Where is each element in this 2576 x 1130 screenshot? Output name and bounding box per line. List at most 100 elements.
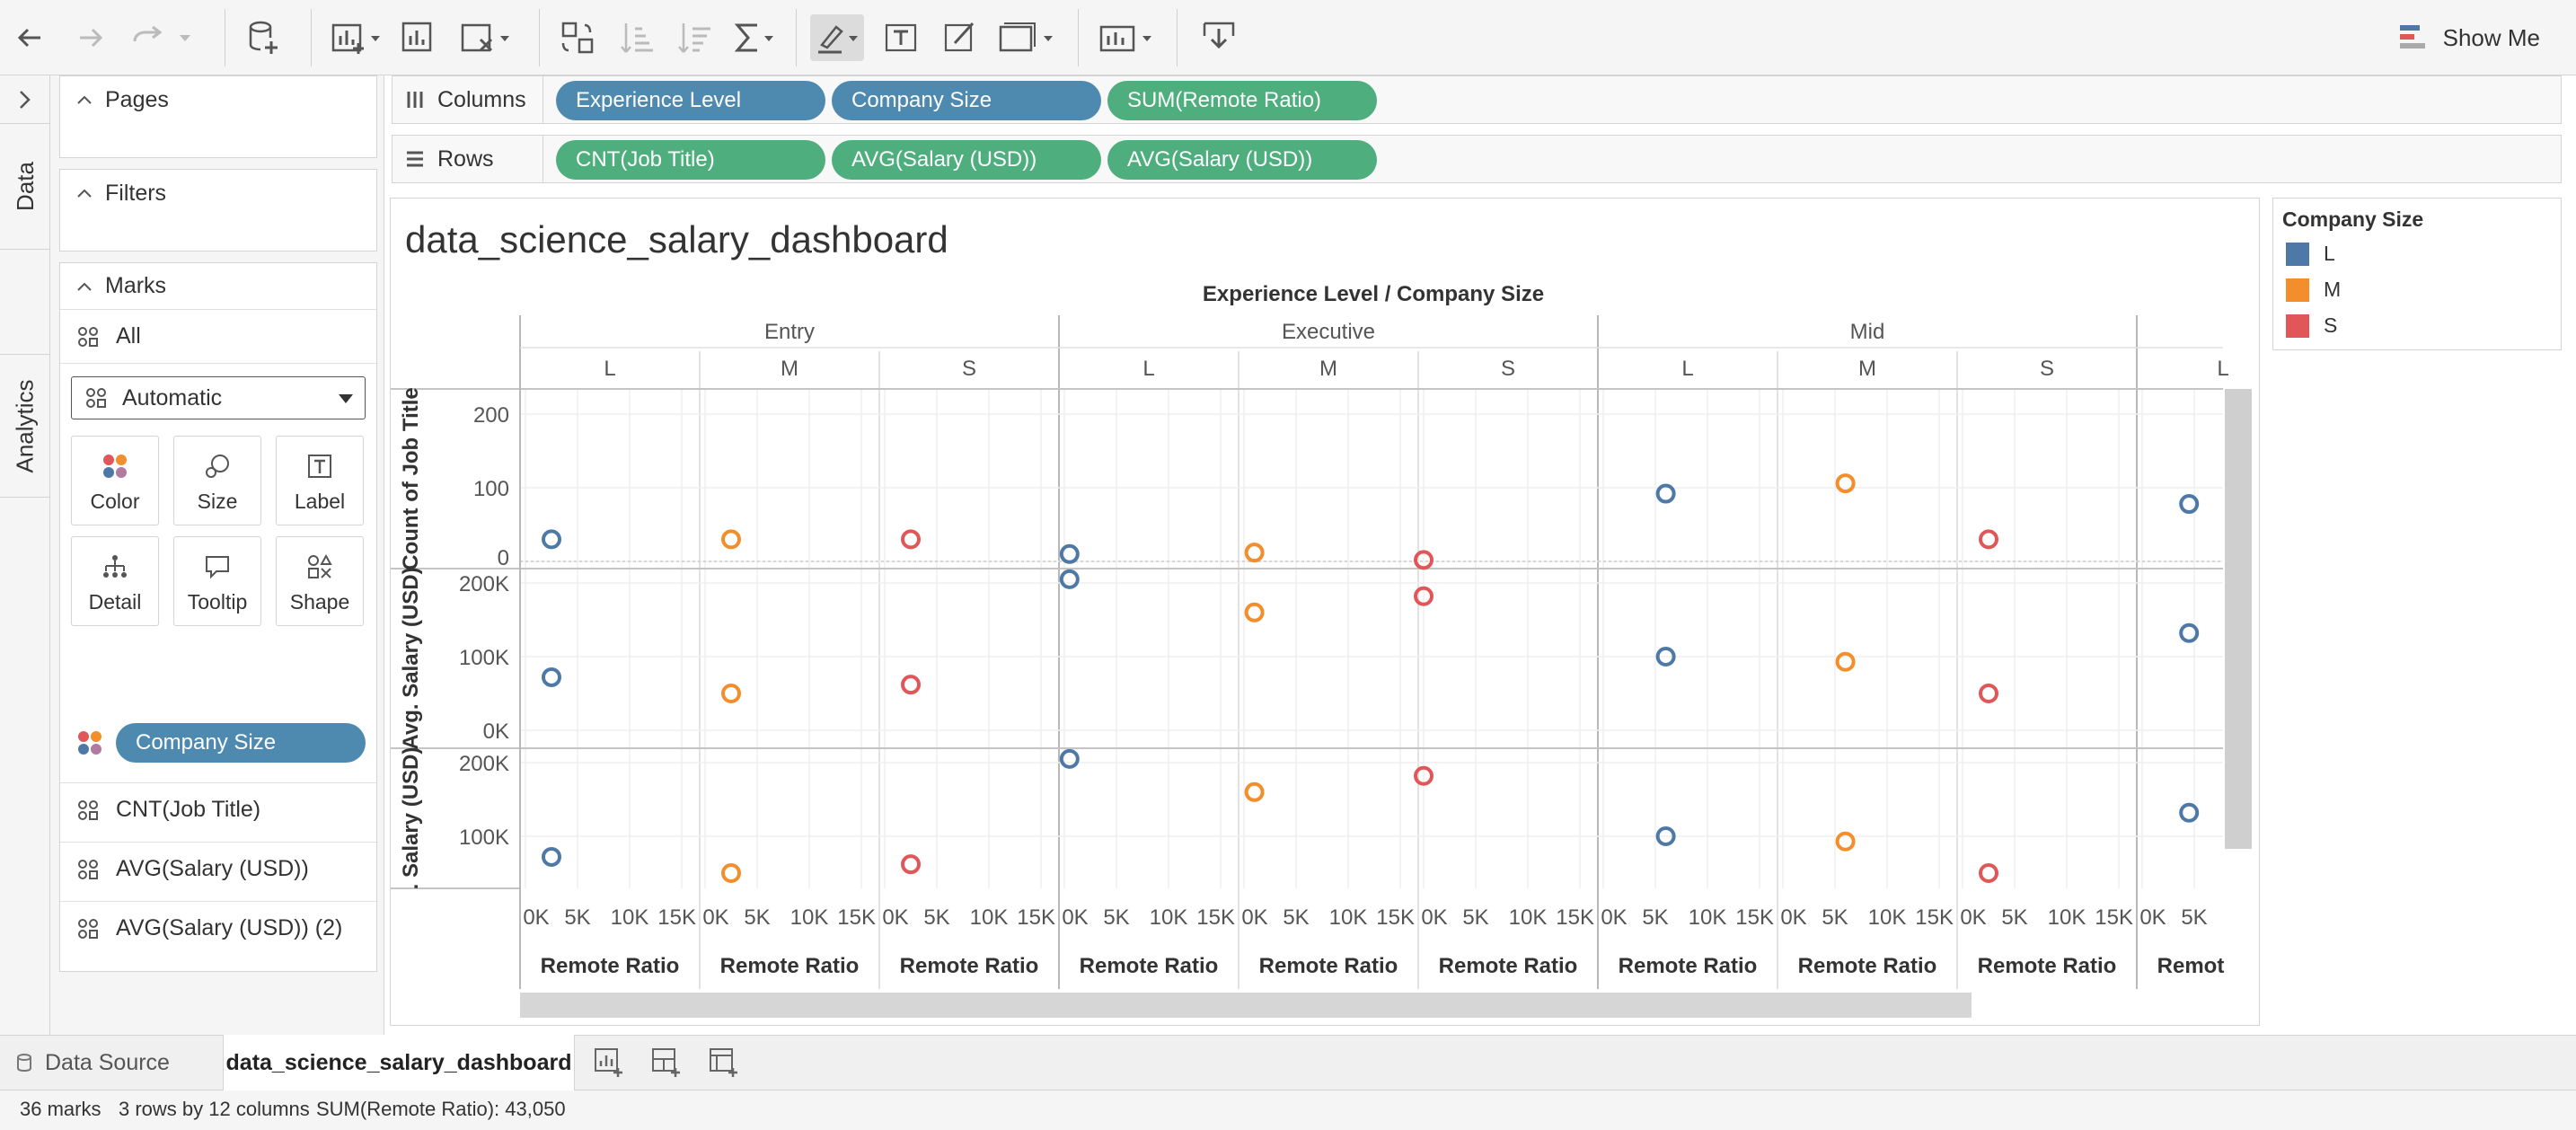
measure-row-avg-salary[interactable]: AVG(Salary (USD)) xyxy=(60,842,376,896)
scatter-point[interactable] xyxy=(901,854,921,875)
tableau-window: Show Me Data Analytics Pages Filters Mar… xyxy=(0,0,2576,1130)
vertical-scrollbar[interactable] xyxy=(2225,389,2252,849)
scatter-point[interactable] xyxy=(1979,529,1998,550)
show-me-button[interactable]: Show Me xyxy=(2398,14,2540,61)
show-hide-cards-icon[interactable] xyxy=(1098,14,1157,61)
rows-pill-avg-salary[interactable]: AVG(Salary (USD)) xyxy=(832,140,1101,180)
color-field-pill[interactable]: Company Size xyxy=(116,723,366,763)
sheet-tab-bar: Data Source data_science_salary_dashboar… xyxy=(0,1035,2576,1090)
pages-header[interactable]: Pages xyxy=(60,76,376,123)
redo-arrow-icon[interactable] xyxy=(70,14,111,61)
scatter-point[interactable] xyxy=(1244,602,1265,622)
toolbar: Show Me xyxy=(0,0,2576,75)
x-tick-label: 15K xyxy=(657,905,696,930)
new-story-tab-button[interactable] xyxy=(708,1046,740,1083)
scatter-point[interactable] xyxy=(1979,684,1998,703)
filters-header[interactable]: Filters xyxy=(60,170,376,216)
show-mark-labels-icon[interactable] xyxy=(880,14,922,61)
marks-all-label: All xyxy=(116,323,141,349)
left-panel: Pages Filters Marks All Automatic Color … xyxy=(50,75,384,1035)
redo-dropdown-icon[interactable] xyxy=(126,14,196,61)
scatter-point[interactable] xyxy=(1244,543,1265,563)
legend-item-s[interactable]: S xyxy=(2286,313,2337,338)
scatter-point[interactable] xyxy=(901,675,921,695)
new-worksheet-tab-button[interactable] xyxy=(593,1046,625,1083)
tab-data-source[interactable]: Data Source xyxy=(16,1036,170,1090)
x-tick-label: 0K xyxy=(523,905,549,930)
duplicate-sheet-icon[interactable] xyxy=(397,14,438,61)
x-axis-title: Remote Ratio xyxy=(1439,954,1578,978)
scatter-point[interactable] xyxy=(542,667,561,687)
marks-header[interactable]: Marks xyxy=(60,263,376,310)
columns-pill-sum-remote-ratio[interactable]: SUM(Remote Ratio) xyxy=(1107,81,1377,120)
clear-sheet-icon[interactable] xyxy=(458,14,512,61)
shape-button[interactable]: Shape xyxy=(276,536,364,626)
measure-label: AVG(Salary (USD)) (2) xyxy=(116,915,343,940)
filters-card[interactable]: Filters xyxy=(59,169,377,252)
horizontal-scrollbar[interactable] xyxy=(520,993,1972,1018)
highlight-icon[interactable] xyxy=(810,14,864,61)
rows-pill-avg-salary-2[interactable]: AVG(Salary (USD)) xyxy=(1107,140,1377,180)
size-button[interactable]: Size xyxy=(173,436,261,525)
new-data-source-icon[interactable] xyxy=(243,14,284,61)
x-axes: 0K 5K 10K 15K Remote Ratio 0K 5K 10K 15K Remote R… xyxy=(523,905,2224,978)
x-axis-title: Remote Ratio xyxy=(1619,954,1758,978)
legend-swatch-m xyxy=(2286,278,2309,302)
detail-button[interactable]: Detail xyxy=(71,536,159,626)
swap-rows-columns-icon[interactable] xyxy=(557,14,598,61)
legend-item-l[interactable]: L xyxy=(2286,242,2335,266)
legend-item-m[interactable]: M xyxy=(2286,278,2341,302)
color-button[interactable]: Color xyxy=(71,436,159,525)
rows-label-text: Rows xyxy=(437,146,494,172)
totals-sigma-icon[interactable] xyxy=(731,14,776,61)
x-tick-label: 0K xyxy=(1421,905,1447,930)
mark-type-select[interactable]: Automatic xyxy=(71,376,366,419)
scatter-point[interactable] xyxy=(1979,863,1998,883)
scatter-point[interactable] xyxy=(721,529,741,550)
pages-card[interactable]: Pages xyxy=(59,75,377,158)
y-axis-title: Avg. Salary (USD) xyxy=(399,567,423,749)
color-icon xyxy=(103,455,127,478)
chart-grid xyxy=(391,315,2223,989)
columns-pill-company-size[interactable]: Company Size xyxy=(832,81,1101,120)
scatter-point[interactable] xyxy=(1244,781,1265,802)
legend-label-l: L xyxy=(2324,242,2335,265)
marks-all-row[interactable]: All xyxy=(60,310,376,364)
rows-shelf[interactable]: Rows CNT(Job Title) AVG(Salary (USD)) AV… xyxy=(392,135,2562,183)
new-worksheet-icon[interactable] xyxy=(329,14,383,61)
present-mode-icon[interactable] xyxy=(1198,14,1239,61)
scatter-point[interactable] xyxy=(721,863,741,883)
x-axis-title: Remot xyxy=(2157,954,2225,978)
scatter-point[interactable] xyxy=(1835,473,1856,494)
measure-row-cnt-job-title[interactable]: CNT(Job Title) xyxy=(60,782,376,836)
new-dashboard-icon xyxy=(652,1048,680,1077)
x-tick-label: 5K xyxy=(1642,905,1668,930)
y-tick-label: 100K xyxy=(459,646,509,670)
format-workbook-icon[interactable] xyxy=(940,14,981,61)
marks-card: Marks All Automatic Color Size Label Det… xyxy=(59,262,377,972)
new-dashboard-tab-button[interactable] xyxy=(650,1046,683,1083)
label-icon xyxy=(308,455,331,478)
columns-shelf[interactable]: Columns Experience Level Company Size SU… xyxy=(392,75,2562,124)
tab-data[interactable]: Data xyxy=(0,124,50,250)
expand-panel-button[interactable] xyxy=(0,75,50,124)
label-button[interactable]: Label xyxy=(276,436,364,525)
tooltip-button[interactable]: Tooltip xyxy=(173,536,261,626)
show-me-label: Show Me xyxy=(2442,23,2540,51)
fit-dropdown-icon[interactable] xyxy=(993,14,1058,61)
x-tick-label: 10K xyxy=(1868,905,1907,930)
sort-descending-icon[interactable] xyxy=(674,14,715,61)
rows-pill-cnt-job-title[interactable]: CNT(Job Title) xyxy=(556,140,825,180)
x-tick-label: 15K xyxy=(1735,905,1774,930)
scatter-point[interactable] xyxy=(542,529,561,550)
x-axis-title: Remote Ratio xyxy=(1080,954,1219,978)
tab-active-sheet[interactable]: data_science_salary_dashboard xyxy=(223,1035,575,1090)
scatter-point[interactable] xyxy=(721,684,741,703)
scatter-point[interactable] xyxy=(542,846,561,867)
undo-arrow-icon[interactable] xyxy=(9,14,50,61)
sort-ascending-icon[interactable] xyxy=(616,14,657,61)
measure-row-avg-salary-2[interactable]: AVG(Salary (USD)) (2) xyxy=(60,901,376,955)
scatter-point[interactable] xyxy=(901,529,921,550)
tab-analytics[interactable]: Analytics xyxy=(0,354,50,498)
columns-pill-experience-level[interactable]: Experience Level xyxy=(556,81,825,120)
